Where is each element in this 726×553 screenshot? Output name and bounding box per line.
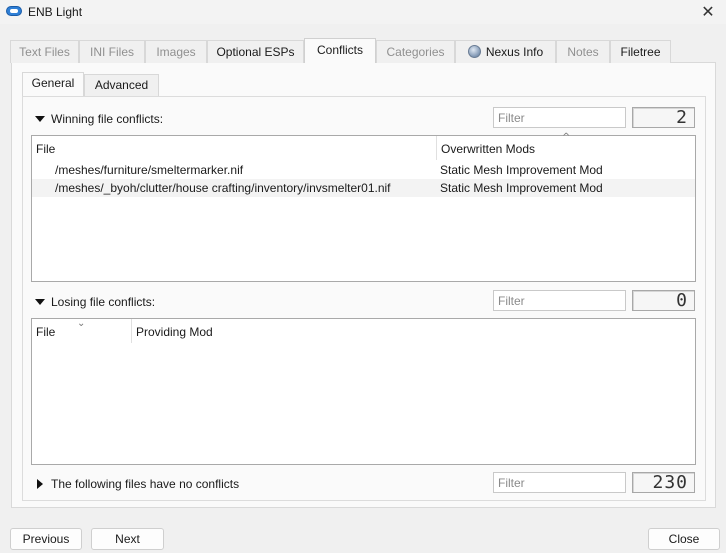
no-conflicts-label: The following files have no conflicts: [51, 477, 240, 491]
winning-conflicts-label: Winning file conflicts:: [51, 112, 164, 126]
sort-ascending-icon: ^: [562, 132, 571, 143]
mod-name-cell: Static Mesh Improvement Mod: [440, 163, 603, 177]
collapsed-triangle-icon: [37, 479, 43, 489]
expanded-triangle-icon: [35, 116, 45, 122]
winning-conflicts-toggle[interactable]: Winning file conflicts:: [35, 112, 163, 126]
losing-conflicts-table[interactable]: ⌄ File Providing Mod: [31, 318, 696, 465]
window-title: ENB Light: [28, 5, 83, 19]
tab-notes[interactable]: Notes: [556, 40, 610, 63]
expanded-triangle-icon: [35, 299, 45, 305]
title-bar: ENB Light ✕: [0, 0, 726, 24]
losing-conflicts-label: Losing file conflicts:: [51, 295, 156, 309]
no-conflicts-toggle[interactable]: The following files have no conflicts: [37, 477, 239, 491]
tab-ini-files[interactable]: INI Files: [79, 40, 145, 63]
losing-count-display: 0: [632, 290, 695, 311]
column-header-file[interactable]: File: [32, 319, 131, 343]
tab-optional-esps[interactable]: Optional ESPs: [207, 40, 304, 63]
tab-conflicts[interactable]: Conflicts: [304, 38, 376, 63]
tab-categories[interactable]: Categories: [376, 40, 455, 63]
app-logo-icon: [6, 6, 22, 16]
tab-text-files[interactable]: Text Files: [10, 40, 79, 63]
close-button[interactable]: Close: [648, 528, 720, 550]
previous-button[interactable]: Previous: [10, 528, 82, 550]
table-row[interactable]: /meshes/furniture/smeltermarker.nif Stat…: [32, 161, 695, 179]
losing-conflicts-toggle[interactable]: Losing file conflicts:: [35, 295, 155, 309]
table-header: ⌄ File Providing Mod: [32, 318, 695, 343]
mod-name-cell: Static Mesh Improvement Mod: [440, 181, 603, 195]
winning-filter-input[interactable]: [493, 107, 626, 128]
column-header-file[interactable]: File: [32, 136, 436, 160]
no-conflicts-filter-input[interactable]: [493, 472, 626, 493]
winning-count-display: 2: [632, 107, 695, 128]
file-path-cell: /meshes/furniture/smeltermarker.nif: [55, 163, 244, 177]
losing-filter-input[interactable]: [493, 290, 626, 311]
subtab-advanced[interactable]: Advanced: [84, 74, 159, 96]
column-header-providing-mod[interactable]: Providing Mod: [132, 319, 432, 343]
tab-images[interactable]: Images: [145, 40, 207, 63]
table-header: File Overwritten Mods ^: [32, 132, 695, 160]
file-path-cell: /meshes/_byoh/clutter/house crafting/inv…: [55, 181, 391, 195]
window-close-button[interactable]: ✕: [690, 0, 726, 24]
globe-icon: [467, 45, 481, 58]
tab-nexus-info[interactable]: Nexus Info: [455, 40, 556, 63]
no-conflicts-count-display: 230: [632, 472, 695, 493]
winning-conflicts-table[interactable]: File Overwritten Mods ^ /meshes/furnitur…: [31, 132, 696, 282]
table-row[interactable]: /meshes/_byoh/clutter/house crafting/inv…: [32, 179, 695, 197]
subtab-general[interactable]: General: [22, 72, 84, 96]
next-button[interactable]: Next: [91, 528, 164, 550]
tab-filetree[interactable]: Filetree: [610, 40, 671, 63]
